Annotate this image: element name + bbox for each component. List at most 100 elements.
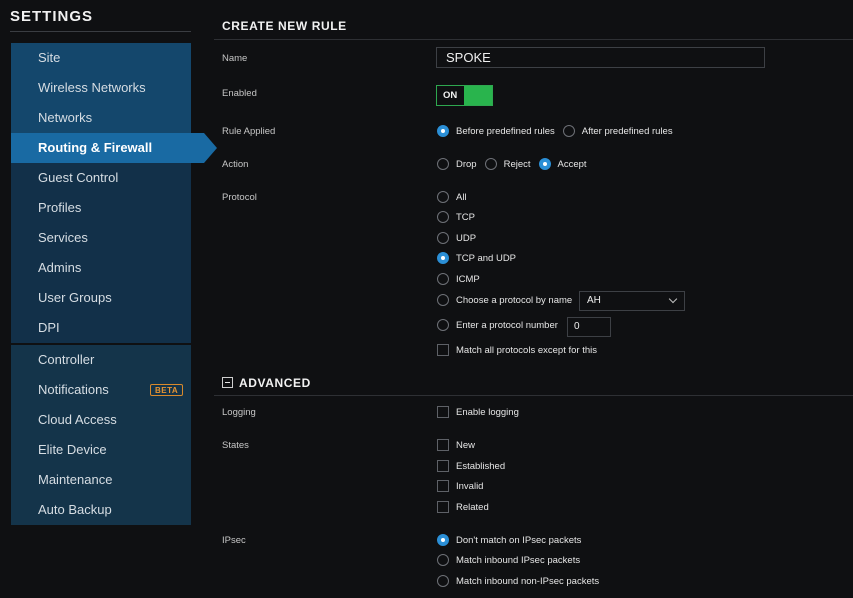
checkbox-icon bbox=[437, 406, 449, 418]
radio-selected-icon bbox=[538, 158, 551, 170]
action-group: Drop Reject Accept bbox=[437, 157, 595, 171]
settings-title: SETTINGS bbox=[10, 8, 94, 25]
radio-before-predefined[interactable]: Before predefined rules bbox=[437, 124, 555, 138]
checkbox-enable-logging[interactable]: Enable logging bbox=[437, 405, 519, 419]
protocol-label: Protocol bbox=[222, 192, 257, 203]
radio-protocol-by-name[interactable]: Choose a protocol by name bbox=[437, 293, 572, 307]
name-input[interactable]: SPOKE bbox=[436, 47, 765, 68]
option-label: Match inbound non-IPsec packets bbox=[456, 575, 600, 587]
enabled-toggle[interactable]: ON bbox=[436, 85, 493, 106]
radio-selected-icon bbox=[437, 125, 449, 137]
option-label: ICMP bbox=[456, 273, 480, 285]
nav-item-notifications[interactable]: Notifications BETA bbox=[11, 375, 191, 405]
chevron-down-icon bbox=[668, 294, 678, 304]
option-label: Established bbox=[456, 460, 506, 472]
radio-selected-icon bbox=[437, 252, 449, 264]
radio-icon bbox=[437, 191, 449, 203]
checkbox-state-related[interactable]: Related bbox=[437, 500, 489, 514]
checkbox-icon bbox=[437, 480, 449, 492]
radio-protocol-tcp-udp[interactable]: TCP and UDP bbox=[437, 251, 516, 265]
nav-item-user-groups[interactable]: User Groups bbox=[11, 283, 191, 313]
radio-icon bbox=[437, 232, 449, 244]
toggle-knob bbox=[464, 86, 492, 105]
option-label: Drop bbox=[456, 158, 477, 170]
checkbox-icon bbox=[437, 460, 449, 472]
ipsec-label: IPsec bbox=[222, 535, 246, 546]
title-divider bbox=[10, 31, 191, 32]
radio-icon bbox=[562, 125, 575, 137]
radio-accept[interactable]: Accept bbox=[538, 157, 587, 171]
nav-item-elite-device[interactable]: Elite Device bbox=[11, 435, 191, 465]
nav-item-admins[interactable]: Admins bbox=[11, 253, 191, 283]
option-label: Match all protocols except for this bbox=[456, 344, 597, 356]
rule-applied-group: Before predefined rules After predefined… bbox=[437, 124, 681, 138]
checkbox-icon bbox=[437, 501, 449, 513]
option-label: Related bbox=[456, 501, 489, 513]
radio-drop[interactable]: Drop bbox=[437, 157, 477, 171]
radio-icon bbox=[437, 158, 449, 170]
nav-item-maintenance[interactable]: Maintenance bbox=[11, 465, 191, 495]
checkbox-icon bbox=[437, 439, 449, 451]
radio-reject[interactable]: Reject bbox=[484, 157, 531, 171]
nav-item-auto-backup[interactable]: Auto Backup bbox=[11, 495, 191, 525]
settings-nav-secondary: Controller Notifications BETA Cloud Acce… bbox=[11, 345, 191, 525]
option-label: Enable logging bbox=[456, 406, 519, 418]
select-value: AH bbox=[587, 295, 601, 306]
option-label: Invalid bbox=[456, 480, 484, 492]
option-label: TCP and UDP bbox=[456, 252, 517, 264]
collapse-advanced-icon[interactable] bbox=[222, 377, 233, 388]
option-label: TCP bbox=[456, 211, 475, 223]
nav-item-services[interactable]: Services bbox=[11, 223, 191, 253]
option-label: UDP bbox=[456, 232, 477, 244]
beta-badge: BETA bbox=[150, 384, 184, 396]
option-label: Before predefined rules bbox=[456, 125, 555, 137]
checkbox-state-invalid[interactable]: Invalid bbox=[437, 479, 483, 493]
radio-ipsec-inbound[interactable]: Match inbound IPsec packets bbox=[437, 553, 580, 567]
action-label: Action bbox=[222, 159, 249, 170]
nav-item-cloud-access[interactable]: Cloud Access bbox=[11, 405, 191, 435]
option-label: Choose a protocol by name bbox=[456, 294, 573, 306]
nav-item-profiles[interactable]: Profiles bbox=[11, 193, 191, 223]
checkbox-state-established[interactable]: Established bbox=[437, 459, 505, 473]
radio-icon bbox=[437, 575, 449, 587]
option-label: After predefined rules bbox=[581, 125, 673, 137]
nav-item-wireless-networks[interactable]: Wireless Networks bbox=[11, 73, 191, 103]
nav-item-site[interactable]: Site bbox=[11, 43, 191, 73]
rule-applied-label: Rule Applied bbox=[222, 126, 276, 137]
checkbox-state-new[interactable]: New bbox=[437, 438, 475, 452]
option-label: Match inbound IPsec packets bbox=[456, 554, 581, 566]
nav-item-controller[interactable]: Controller bbox=[11, 345, 191, 375]
protocol-name-select[interactable]: AH bbox=[579, 291, 685, 311]
name-label: Name bbox=[222, 53, 248, 64]
radio-icon bbox=[437, 554, 449, 566]
option-label: Accept bbox=[557, 158, 587, 170]
nav-item-routing-firewall[interactable]: Routing & Firewall bbox=[11, 133, 217, 163]
nav-item-label: Notifications bbox=[38, 382, 109, 397]
radio-icon bbox=[437, 294, 449, 306]
nav-item-dpi[interactable]: DPI bbox=[11, 313, 191, 343]
radio-ipsec-inbound-non[interactable]: Match inbound non-IPsec packets bbox=[437, 574, 599, 588]
section-divider bbox=[214, 395, 853, 396]
radio-protocol-tcp[interactable]: TCP bbox=[437, 210, 475, 224]
radio-protocol-icmp[interactable]: ICMP bbox=[437, 272, 480, 286]
page-title: CREATE NEW RULE bbox=[222, 19, 347, 33]
radio-icon bbox=[437, 273, 449, 285]
nav-item-guest-control[interactable]: Guest Control bbox=[11, 163, 191, 193]
checkbox-icon bbox=[437, 344, 449, 356]
section-divider bbox=[214, 39, 853, 40]
radio-after-predefined[interactable]: After predefined rules bbox=[562, 124, 673, 138]
checkbox-match-all-except[interactable]: Match all protocols except for this bbox=[437, 343, 597, 357]
enabled-label: Enabled bbox=[222, 88, 257, 99]
option-label: Reject bbox=[503, 158, 531, 170]
radio-protocol-all[interactable]: All bbox=[437, 190, 467, 204]
option-label: New bbox=[456, 439, 476, 451]
radio-icon bbox=[437, 319, 449, 331]
nav-item-networks[interactable]: Networks bbox=[11, 103, 191, 133]
option-label: Enter a protocol number bbox=[456, 319, 558, 331]
protocol-number-input[interactable]: 0 bbox=[567, 317, 611, 337]
radio-ipsec-dont-match[interactable]: Don't match on IPsec packets bbox=[437, 533, 581, 547]
radio-protocol-udp[interactable]: UDP bbox=[437, 231, 476, 245]
settings-nav-primary: Site Wireless Networks Networks Routing … bbox=[11, 43, 217, 343]
radio-protocol-by-number[interactable]: Enter a protocol number bbox=[437, 318, 558, 332]
radio-icon bbox=[484, 158, 497, 170]
